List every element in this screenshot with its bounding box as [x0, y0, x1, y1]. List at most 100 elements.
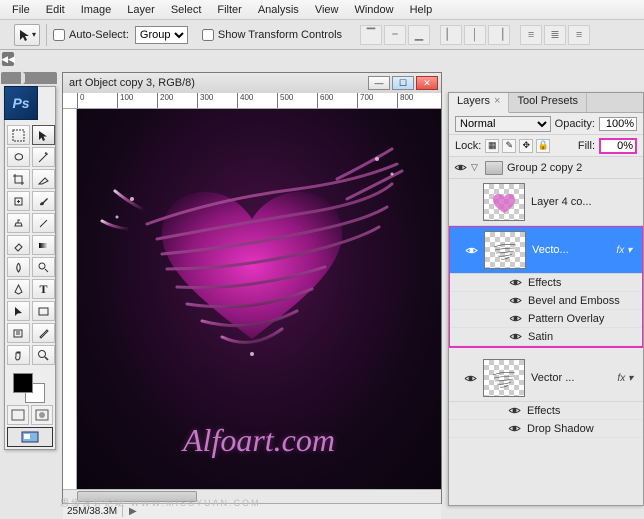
- effect-row[interactable]: Pattern Overlay: [450, 310, 642, 328]
- visibility-icon[interactable]: [508, 276, 522, 290]
- layer-row[interactable]: Layer 4 co...: [449, 179, 643, 226]
- visibility-icon[interactable]: [507, 404, 521, 418]
- layer-thumbnail[interactable]: [483, 183, 525, 221]
- align-right-icon[interactable]: ▕: [488, 25, 510, 45]
- clone-stamp-tool[interactable]: [7, 213, 30, 233]
- foreground-color-swatch[interactable]: [13, 373, 33, 393]
- move-tool-icon[interactable]: ▾: [14, 24, 40, 46]
- document-titlebar[interactable]: art Object copy 3, RGB/8) — ☐ ✕: [63, 73, 441, 93]
- layer-row[interactable]: Vecto... fx ▾: [450, 227, 642, 274]
- align-top-icon[interactable]: ▔: [360, 25, 382, 45]
- visibility-icon[interactable]: [453, 161, 467, 175]
- visibility-icon[interactable]: [508, 312, 522, 326]
- align-vcenter-icon[interactable]: ⎯: [384, 25, 406, 45]
- group-name[interactable]: Group 2 copy 2: [507, 162, 643, 174]
- effect-row[interactable]: Satin: [450, 328, 642, 346]
- close-button[interactable]: ✕: [416, 76, 438, 90]
- collapse-icon[interactable]: ◀◀: [2, 52, 14, 66]
- distribute-bottom-icon[interactable]: ≡: [568, 25, 590, 45]
- distribute-vcenter-icon[interactable]: ≣: [544, 25, 566, 45]
- healing-brush-tool[interactable]: [7, 191, 30, 211]
- auto-select-checkbox[interactable]: Auto-Select:: [53, 29, 129, 41]
- align-hcenter-icon[interactable]: │: [464, 25, 486, 45]
- eraser-tool[interactable]: [7, 235, 30, 255]
- eyedropper-tool[interactable]: [32, 323, 55, 343]
- visibility-icon[interactable]: [508, 330, 522, 344]
- fx-badge[interactable]: fx ▾: [616, 245, 640, 256]
- notes-tool[interactable]: [7, 323, 30, 343]
- visibility-icon[interactable]: [464, 243, 478, 257]
- type-tool[interactable]: T: [32, 279, 55, 299]
- crop-tool[interactable]: [7, 169, 30, 189]
- distribute-top-icon[interactable]: ≡: [520, 25, 542, 45]
- expand-arrow-icon[interactable]: ▽: [471, 162, 481, 173]
- move-tool[interactable]: [32, 125, 55, 145]
- minimize-button[interactable]: —: [368, 76, 390, 90]
- layer-row[interactable]: Vector ... fx ▾: [449, 355, 643, 402]
- slice-tool[interactable]: [32, 169, 55, 189]
- effect-row[interactable]: Drop Shadow: [449, 420, 643, 438]
- menu-layer[interactable]: Layer: [119, 2, 163, 18]
- maximize-button[interactable]: ☐: [392, 76, 414, 90]
- gradient-tool[interactable]: [32, 235, 55, 255]
- align-left-icon[interactable]: ▏: [440, 25, 462, 45]
- lock-pixels-icon[interactable]: ✎: [502, 139, 516, 153]
- blend-mode-dropdown[interactable]: Normal: [455, 116, 551, 132]
- tab-layers[interactable]: Layers×: [449, 93, 509, 113]
- lock-position-icon[interactable]: ✥: [519, 139, 533, 153]
- menu-file[interactable]: File: [4, 2, 38, 18]
- menu-image[interactable]: Image: [73, 2, 120, 18]
- quickmask-mode-button[interactable]: [31, 405, 53, 425]
- align-bottom-icon[interactable]: ▁: [408, 25, 430, 45]
- visibility-icon[interactable]: [463, 371, 477, 385]
- marquee-tool[interactable]: [7, 125, 30, 145]
- layer-name[interactable]: Vecto...: [532, 244, 610, 256]
- color-swatches[interactable]: [7, 369, 53, 403]
- show-transform-checkbox[interactable]: Show Transform Controls: [202, 29, 342, 41]
- menu-help[interactable]: Help: [402, 2, 441, 18]
- tab-tool-presets[interactable]: Tool Presets: [509, 93, 587, 112]
- lock-transparency-icon[interactable]: ▦: [485, 139, 499, 153]
- layer-name[interactable]: Layer 4 co...: [531, 196, 641, 208]
- zoom-tool[interactable]: [32, 345, 55, 365]
- fill-input[interactable]: [599, 138, 637, 154]
- effect-row[interactable]: Bevel and Emboss: [450, 292, 642, 310]
- standard-mode-button[interactable]: [7, 405, 29, 425]
- layer-thumbnail[interactable]: [483, 359, 525, 397]
- shape-tool[interactable]: [32, 301, 55, 321]
- menu-select[interactable]: Select: [163, 2, 210, 18]
- effects-header[interactable]: Effects: [450, 274, 642, 292]
- menu-view[interactable]: View: [307, 2, 347, 18]
- magic-wand-tool[interactable]: [32, 147, 55, 167]
- hand-tool[interactable]: [7, 345, 30, 365]
- lock-all-icon[interactable]: 🔒: [536, 139, 550, 153]
- auto-select-dropdown[interactable]: Group: [135, 26, 188, 44]
- menu-edit[interactable]: Edit: [38, 2, 73, 18]
- blur-tool[interactable]: [7, 257, 30, 277]
- visibility-icon[interactable]: [507, 422, 521, 436]
- brush-tool[interactable]: [32, 191, 55, 211]
- show-transform-input[interactable]: [202, 29, 214, 41]
- path-selection-tool[interactable]: [7, 301, 30, 321]
- vertical-ruler[interactable]: [63, 109, 77, 489]
- layer-name[interactable]: Vector ...: [531, 372, 611, 384]
- effects-header[interactable]: Effects: [449, 402, 643, 420]
- close-icon[interactable]: ×: [494, 95, 500, 107]
- pen-tool[interactable]: [7, 279, 30, 299]
- horizontal-ruler[interactable]: 0 100 200 300 400 500 600 700 800: [63, 93, 441, 109]
- menu-analysis[interactable]: Analysis: [250, 2, 307, 18]
- layer-thumbnail[interactable]: [484, 231, 526, 269]
- visibility-icon[interactable]: [508, 294, 522, 308]
- layer-group-row[interactable]: ▽ Group 2 copy 2: [449, 157, 643, 179]
- lasso-tool[interactable]: [7, 147, 30, 167]
- dodge-tool[interactable]: [32, 257, 55, 277]
- screen-mode-button[interactable]: [7, 427, 53, 447]
- fx-badge[interactable]: fx ▾: [617, 373, 641, 384]
- opacity-input[interactable]: [599, 117, 637, 131]
- menu-window[interactable]: Window: [346, 2, 401, 18]
- tools-collapse-bar[interactable]: [1, 72, 57, 84]
- menu-filter[interactable]: Filter: [209, 2, 249, 18]
- history-brush-tool[interactable]: [32, 213, 55, 233]
- auto-select-input[interactable]: [53, 29, 65, 41]
- canvas[interactable]: Alfoart.com: [77, 109, 441, 489]
